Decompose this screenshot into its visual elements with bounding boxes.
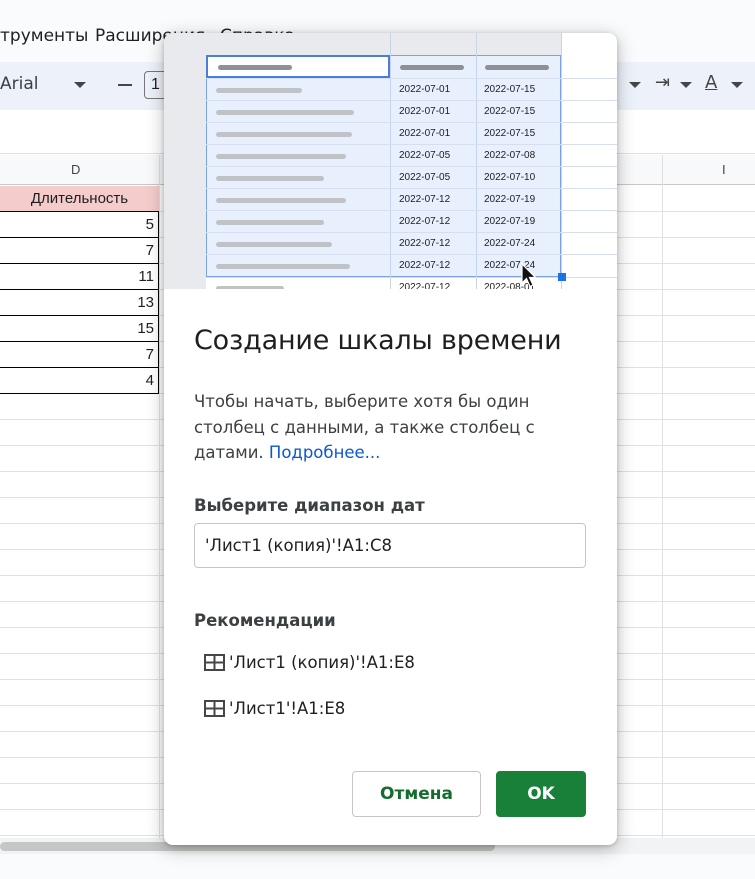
decrease-font-size-icon[interactable] <box>118 84 132 86</box>
preview-end-date: 2022-07-10 <box>484 172 536 183</box>
recommendation-item[interactable]: 'Лист1'!A1:E8 <box>204 694 345 722</box>
preview-text-bar <box>216 154 346 159</box>
preview-grid-line <box>561 33 562 289</box>
timeline-preview-illustration: 2022-07-01 2022-07-01 2022-07-01 2022-07… <box>164 33 617 289</box>
recommendation-item[interactable]: 'Лист1 (копия)'!A1:E8 <box>204 648 415 676</box>
preview-text-bar <box>216 132 352 137</box>
preview-header-bar <box>400 65 464 70</box>
preview-column-header <box>206 33 561 55</box>
preview-text-bar <box>216 264 350 269</box>
preview-grid-line <box>206 100 617 101</box>
duration-cell[interactable]: 15 <box>0 316 159 342</box>
menu-tools[interactable]: трументы <box>0 26 88 46</box>
preview-start-date: 2022-07-01 <box>399 84 451 95</box>
preview-text-bar <box>216 220 324 225</box>
preview-start-date: 2022-07-12 <box>399 260 451 271</box>
preview-start-date: 2022-07-05 <box>399 172 451 183</box>
preview-start-date: 2022-07-01 <box>399 106 451 117</box>
preview-start-date: 2022-07-01 <box>399 128 451 139</box>
preview-start-date: 2022-07-12 <box>399 216 451 227</box>
preview-grid-line <box>206 210 617 211</box>
text-wrap-dropdown-icon[interactable] <box>680 82 692 88</box>
preview-end-date: 2022-07-08 <box>484 150 536 161</box>
ok-button[interactable]: OK <box>496 771 586 817</box>
duration-cell[interactable]: 7 <box>0 342 159 368</box>
preview-start-date: 2022-07-05 <box>399 150 451 161</box>
recommendations-label: Рекомендации <box>194 611 336 630</box>
duration-cell[interactable]: 11 <box>0 264 159 290</box>
preview-end-date: 2022-07-19 <box>484 216 536 227</box>
cancel-button[interactable]: Отмена <box>352 771 481 817</box>
preview-start-date: 2022-07-12 <box>399 282 451 289</box>
column-header-i[interactable]: I <box>722 162 726 177</box>
preview-grid-line <box>206 78 617 79</box>
preview-text-bar <box>216 176 324 181</box>
preview-grid-line <box>476 33 477 289</box>
preview-start-date: 2022-07-12 <box>399 194 451 205</box>
timeline-dialog: 2022-07-01 2022-07-01 2022-07-01 2022-07… <box>164 33 617 845</box>
preview-end-date: 2022-07-15 <box>484 84 536 95</box>
grid-line <box>159 155 160 845</box>
date-range-label: Выберите диапазон дат <box>194 496 425 515</box>
preview-text-bar <box>216 286 284 289</box>
preview-row-header <box>164 33 206 289</box>
date-range-input[interactable] <box>194 523 586 568</box>
table-grid-icon <box>204 699 225 717</box>
preview-grid-line <box>206 232 617 233</box>
font-family-select[interactable]: Arial <box>0 74 38 94</box>
duration-cell[interactable]: 5 <box>0 212 159 238</box>
column-header-d[interactable]: D <box>71 162 80 177</box>
duration-cell[interactable]: 13 <box>0 290 159 316</box>
grid-line <box>662 155 663 845</box>
preview-end-date: 2022-07-15 <box>484 128 536 139</box>
font-family-dropdown-icon[interactable] <box>74 82 86 88</box>
preview-grid-line <box>206 144 617 145</box>
duration-cell[interactable]: 7 <box>0 238 159 264</box>
text-rotation-dropdown-icon[interactable] <box>731 82 743 88</box>
preview-grid-line <box>390 33 391 289</box>
preview-grid-line <box>206 166 617 167</box>
duration-cell[interactable]: 4 <box>0 368 159 394</box>
dialog-title: Создание шкалы времени <box>194 325 562 356</box>
dialog-description: Чтобы начать, выберите хотя бы один стол… <box>194 389 574 466</box>
preview-end-date: 2022-07-24 <box>484 238 536 249</box>
preview-start-date: 2022-07-12 <box>399 238 451 249</box>
preview-grid-line <box>206 122 617 123</box>
preview-header-bar <box>218 65 292 70</box>
preview-text-bar <box>216 242 332 247</box>
preview-text-bar <box>216 110 354 115</box>
align-dropdown-icon[interactable] <box>629 82 641 88</box>
preview-grid-line <box>206 277 617 278</box>
preview-header-bar <box>485 65 549 70</box>
recommendation-text: 'Лист1'!A1:E8 <box>229 698 346 718</box>
mouse-pointer-icon <box>521 263 537 288</box>
preview-text-bar <box>216 88 302 93</box>
learn-more-link[interactable]: Подробнее... <box>269 443 380 462</box>
preview-text-bar <box>216 198 346 203</box>
text-wrap-icon[interactable]: ⇥ <box>655 72 670 93</box>
preview-end-date: 2022-07-15 <box>484 106 536 117</box>
table-grid-icon <box>204 653 225 671</box>
duration-header-cell[interactable]: Длительность <box>0 186 159 212</box>
preview-end-date: 2022-07-19 <box>484 194 536 205</box>
selection-drag-handle-icon <box>558 273 566 281</box>
text-rotation-icon[interactable]: A <box>705 72 717 93</box>
recommendation-text: 'Лист1 (копия)'!A1:E8 <box>229 652 415 672</box>
preview-grid-line <box>206 188 617 189</box>
sheet-tabs-bar <box>0 854 755 879</box>
preview-grid-line <box>206 254 617 255</box>
